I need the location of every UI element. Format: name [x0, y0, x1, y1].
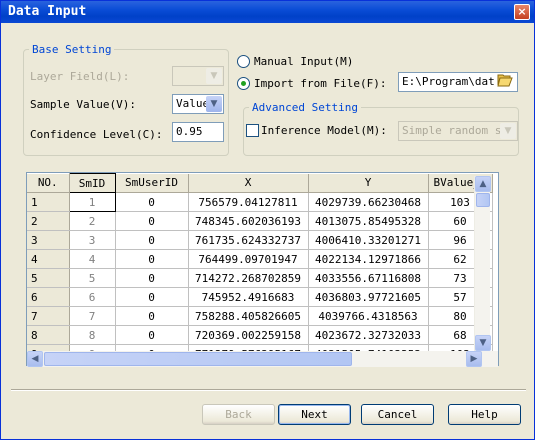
title-bar: Data Input × — [1, 1, 534, 23]
table-row[interactable]: 2 2 0 748345.602036193 4013075.85495328 60 — [27, 211, 493, 231]
confidence-level-value: 0.95 — [176, 125, 203, 138]
vertical-scrollbar[interactable]: ▲ ▼ — [474, 176, 491, 352]
close-button[interactable]: × — [514, 4, 530, 20]
import-from-file-radio[interactable] — [237, 77, 250, 90]
y-cell[interactable]: 4039766.4318563 — [308, 306, 429, 326]
layer-field-dropdown[interactable]: ▼ — [172, 66, 224, 86]
data-input-dialog: Data Input × Base Setting Layer Field(L)… — [0, 0, 535, 440]
inference-model-label: Inference Model(M): — [261, 124, 387, 137]
smid-cell[interactable]: 1 — [68, 192, 116, 212]
table-row[interactable]: 1 1 0 756579.04127811 4029739.66230468 103 — [27, 192, 493, 212]
chevron-down-icon: ▼ — [206, 96, 222, 112]
y-cell[interactable]: 4013075.85495328 — [308, 211, 429, 231]
x-cell[interactable]: 761735.624332737 — [188, 230, 309, 250]
y-cell[interactable]: 4036803.97721605 — [308, 287, 429, 307]
smid-cell[interactable]: 7 — [69, 306, 116, 326]
layer-field-label: Layer Field(L): — [30, 70, 130, 83]
smid-cell[interactable]: 3 — [69, 230, 116, 250]
x-cell[interactable]: 745952.4916683 — [188, 287, 309, 307]
row-number-cell[interactable]: 5 — [27, 268, 70, 288]
row-number-cell[interactable]: 7 — [27, 306, 70, 326]
next-button[interactable]: Next — [278, 404, 351, 425]
row-number-cell[interactable]: 4 — [27, 249, 70, 269]
table-row[interactable]: 4 4 0 764499.09701947 4022134.12971866 62 — [27, 249, 493, 269]
x-cell[interactable]: 764499.09701947 — [188, 249, 309, 269]
smid-cell[interactable]: 6 — [69, 287, 116, 307]
base-setting-legend: Base Setting — [32, 43, 112, 56]
column-header-x[interactable]: X — [188, 173, 309, 193]
column-header-smuserid[interactable]: SmUserID — [115, 173, 189, 193]
table-row[interactable]: 5 5 0 714272.268702859 4033556.67116808 73 — [27, 268, 493, 288]
smuserid-cell[interactable]: 0 — [115, 192, 189, 212]
sample-value-dropdown[interactable]: Value ▼ — [172, 94, 224, 114]
table-row[interactable]: 7 7 0 758288.405826605 4039766.4318563 80 — [27, 306, 493, 326]
smuserid-cell[interactable]: 0 — [115, 268, 189, 288]
smid-cell[interactable]: 2 — [69, 211, 116, 231]
smid-cell[interactable]: 4 — [69, 249, 116, 269]
manual-input-label: Manual Input(M) — [254, 55, 354, 68]
chevron-down-icon: ▼ — [206, 68, 222, 84]
column-header-smid[interactable]: SmID — [68, 173, 116, 193]
close-icon: × — [517, 5, 527, 18]
y-cell[interactable]: 4022134.12971866 — [308, 249, 429, 269]
inference-model-value: Simple random sa — [402, 124, 508, 137]
smuserid-cell[interactable]: 0 — [115, 230, 189, 250]
row-number-cell[interactable]: 3 — [27, 230, 70, 250]
confidence-level-label: Confidence Level(C): — [30, 128, 163, 141]
x-cell[interactable]: 758288.405826605 — [188, 306, 309, 326]
smuserid-cell[interactable]: 0 — [115, 306, 189, 326]
scroll-right-button[interactable]: ▶ — [466, 351, 482, 367]
scroll-down-button[interactable]: ▼ — [475, 335, 491, 351]
file-path-value: E:\Program\date — [402, 75, 502, 88]
import-from-file-label: Import from File(F): — [254, 77, 387, 90]
smuserid-cell[interactable]: 0 — [115, 287, 189, 307]
window-title: Data Input — [8, 4, 87, 19]
smuserid-cell[interactable]: 0 — [115, 249, 189, 269]
inference-model-checkbox[interactable] — [246, 124, 259, 137]
manual-input-radio[interactable] — [237, 55, 250, 68]
sample-value-value: Value — [176, 97, 210, 110]
y-cell[interactable]: 4033556.67116808 — [308, 268, 429, 288]
chevron-down-icon: ▼ — [500, 123, 516, 139]
cancel-button[interactable]: Cancel — [361, 404, 434, 425]
folder-open-icon — [497, 74, 513, 87]
smid-cell[interactable]: 8 — [69, 325, 116, 345]
x-cell[interactable]: 714272.268702859 — [188, 268, 309, 288]
table-row[interactable]: 6 6 0 745952.4916683 4036803.97721605 57 — [27, 287, 493, 307]
y-cell[interactable]: 4023672.32732033 — [308, 325, 429, 345]
column-header-no[interactable]: NO. — [27, 173, 70, 193]
sample-value-label: Sample Value(V): — [30, 98, 136, 111]
x-cell[interactable]: 756579.04127811 — [188, 192, 309, 212]
smuserid-cell[interactable]: 0 — [115, 211, 189, 231]
scroll-up-button[interactable]: ▲ — [475, 176, 491, 192]
x-cell[interactable]: 748345.602036193 — [188, 211, 309, 231]
data-table: NO. SmID SmUserID X Y BValue_1 1 1 0 756579… — [27, 173, 493, 364]
y-cell[interactable]: 4006410.33201271 — [308, 230, 429, 250]
horizontal-scrollbar[interactable]: ◀ ▶ — [27, 351, 498, 367]
data-grid[interactable]: NO. SmID SmUserID X Y BValue_1 1 1 0 756579… — [26, 172, 499, 366]
confidence-level-input[interactable]: 0.95 — [172, 122, 224, 142]
help-button[interactable]: Help — [448, 404, 521, 425]
y-cell[interactable]: 4029739.66230468 — [308, 192, 429, 212]
row-number-cell[interactable]: 2 — [27, 211, 70, 231]
x-cell[interactable]: 720369.002259158 — [188, 325, 309, 345]
browse-file-button[interactable] — [495, 73, 515, 91]
scroll-left-button[interactable]: ◀ — [27, 351, 43, 367]
row-number-cell[interactable]: 6 — [27, 287, 70, 307]
row-number-cell[interactable]: 1 — [27, 192, 70, 212]
back-button[interactable]: Back — [202, 404, 275, 425]
separator — [11, 389, 526, 391]
row-number-cell[interactable]: 8 — [27, 325, 70, 345]
table-row[interactable]: 8 8 0 720369.002259158 4023672.32732033 68 — [27, 325, 493, 345]
advanced-setting-legend: Advanced Setting — [252, 101, 358, 114]
column-header-y[interactable]: Y — [308, 173, 429, 193]
horizontal-scroll-thumb[interactable] — [44, 352, 352, 366]
table-row[interactable]: 3 3 0 761735.624332737 4006410.33201271 96 — [27, 230, 493, 250]
smuserid-cell[interactable]: 0 — [115, 325, 189, 345]
vertical-scroll-thumb[interactable] — [476, 193, 490, 207]
smid-cell[interactable]: 5 — [69, 268, 116, 288]
table-header-row: NO. SmID SmUserID X Y BValue_1 — [27, 173, 493, 193]
inference-model-dropdown[interactable]: Simple random sa ▼ — [398, 121, 518, 141]
